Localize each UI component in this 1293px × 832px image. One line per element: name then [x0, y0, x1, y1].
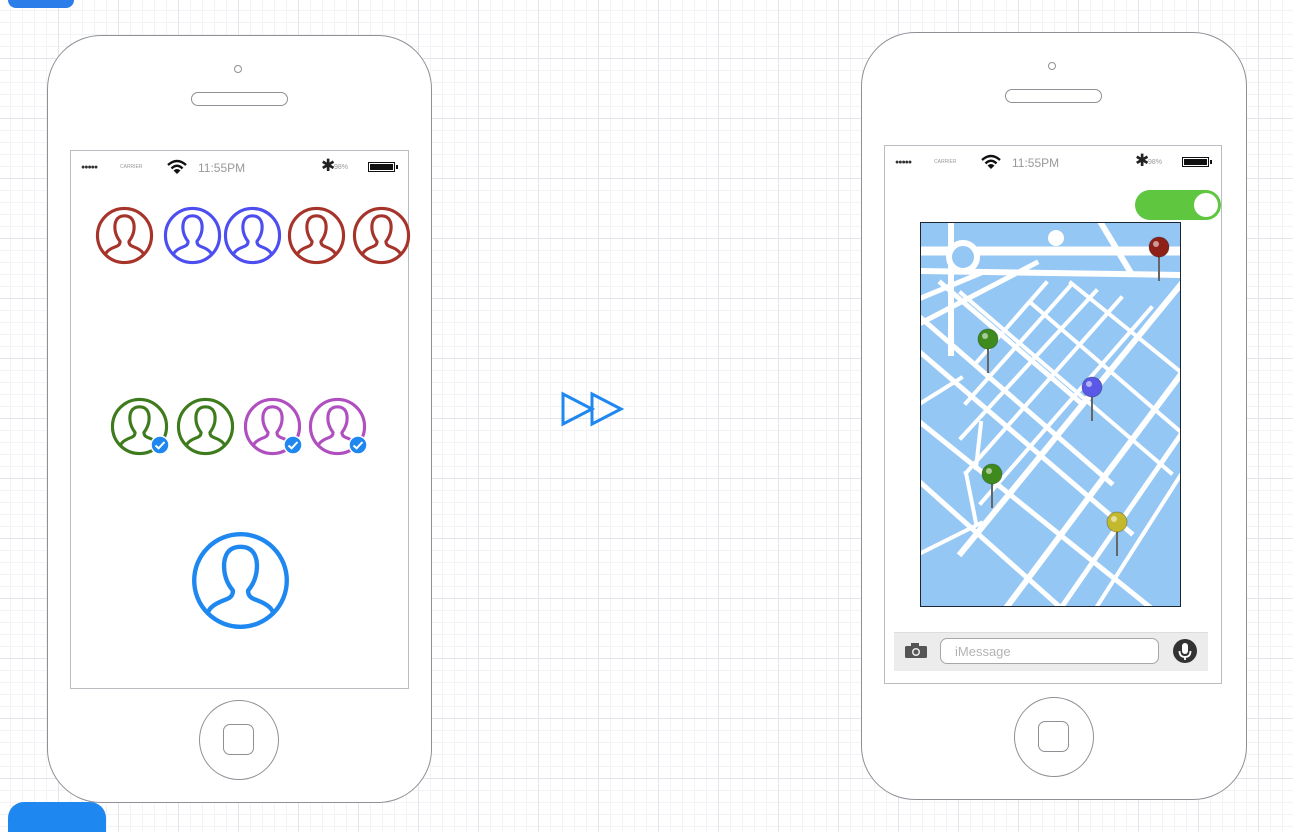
checkmark-badge-icon [348, 435, 368, 455]
contact-avatar[interactable] [95, 206, 154, 265]
battery-icon [368, 162, 398, 172]
speaker-slot [1005, 89, 1102, 103]
home-button[interactable] [199, 700, 279, 780]
home-button[interactable] [1014, 697, 1094, 777]
map-pin-icon[interactable] [1105, 510, 1129, 558]
contact-avatar[interactable] [223, 206, 282, 265]
status-bar: ●●●●● CARRIER 11:55PM ✱ 98% [895, 151, 1213, 172]
status-bar: ●●●●● CARRIER 11:55PM ✱ 98% [81, 156, 399, 177]
battery-percentage: 98% [1148, 159, 1163, 166]
wifi-icon [981, 154, 1001, 169]
carrier-label: CARRIER [120, 164, 143, 170]
battery-icon [1182, 157, 1212, 167]
status-time: 11:55PM [1012, 156, 1060, 170]
front-camera-icon [234, 65, 242, 73]
contact-avatar[interactable] [287, 206, 346, 265]
microphone-icon[interactable] [1172, 638, 1198, 664]
carrier-label: CARRIER [934, 159, 957, 165]
contact-avatar[interactable] [352, 206, 411, 265]
signal-dots-icon: ●●●●● [895, 159, 912, 166]
profile-avatar-large[interactable] [190, 530, 291, 631]
status-time: 11:55PM [198, 161, 246, 175]
map-view[interactable] [920, 222, 1181, 607]
signal-dots-icon: ●●●●● [81, 164, 98, 171]
location-toggle[interactable] [1135, 190, 1221, 220]
battery-percentage: 98% [334, 164, 349, 171]
imessage-input[interactable] [940, 638, 1159, 664]
corner-tab-top[interactable] [8, 0, 74, 8]
map-streets [921, 223, 1180, 606]
fast-forward-icon[interactable] [561, 391, 625, 427]
checkmark-badge-icon [150, 435, 170, 455]
map-pin-icon[interactable] [980, 462, 1004, 510]
map-pin-icon[interactable] [976, 327, 1000, 375]
map-pin-icon[interactable] [1147, 235, 1171, 283]
map-pin-icon[interactable] [1080, 375, 1104, 423]
toggle-knob [1194, 193, 1218, 217]
contact-avatar[interactable] [163, 206, 222, 265]
front-camera-icon [1048, 62, 1056, 70]
checkmark-badge-icon [283, 435, 303, 455]
speaker-slot [191, 92, 288, 106]
camera-icon[interactable] [904, 642, 928, 659]
contact-avatar[interactable] [176, 397, 235, 456]
home-square-icon [223, 724, 254, 755]
corner-tab-bottom[interactable] [8, 802, 106, 832]
wifi-icon [167, 159, 187, 174]
home-square-icon [1038, 721, 1069, 752]
